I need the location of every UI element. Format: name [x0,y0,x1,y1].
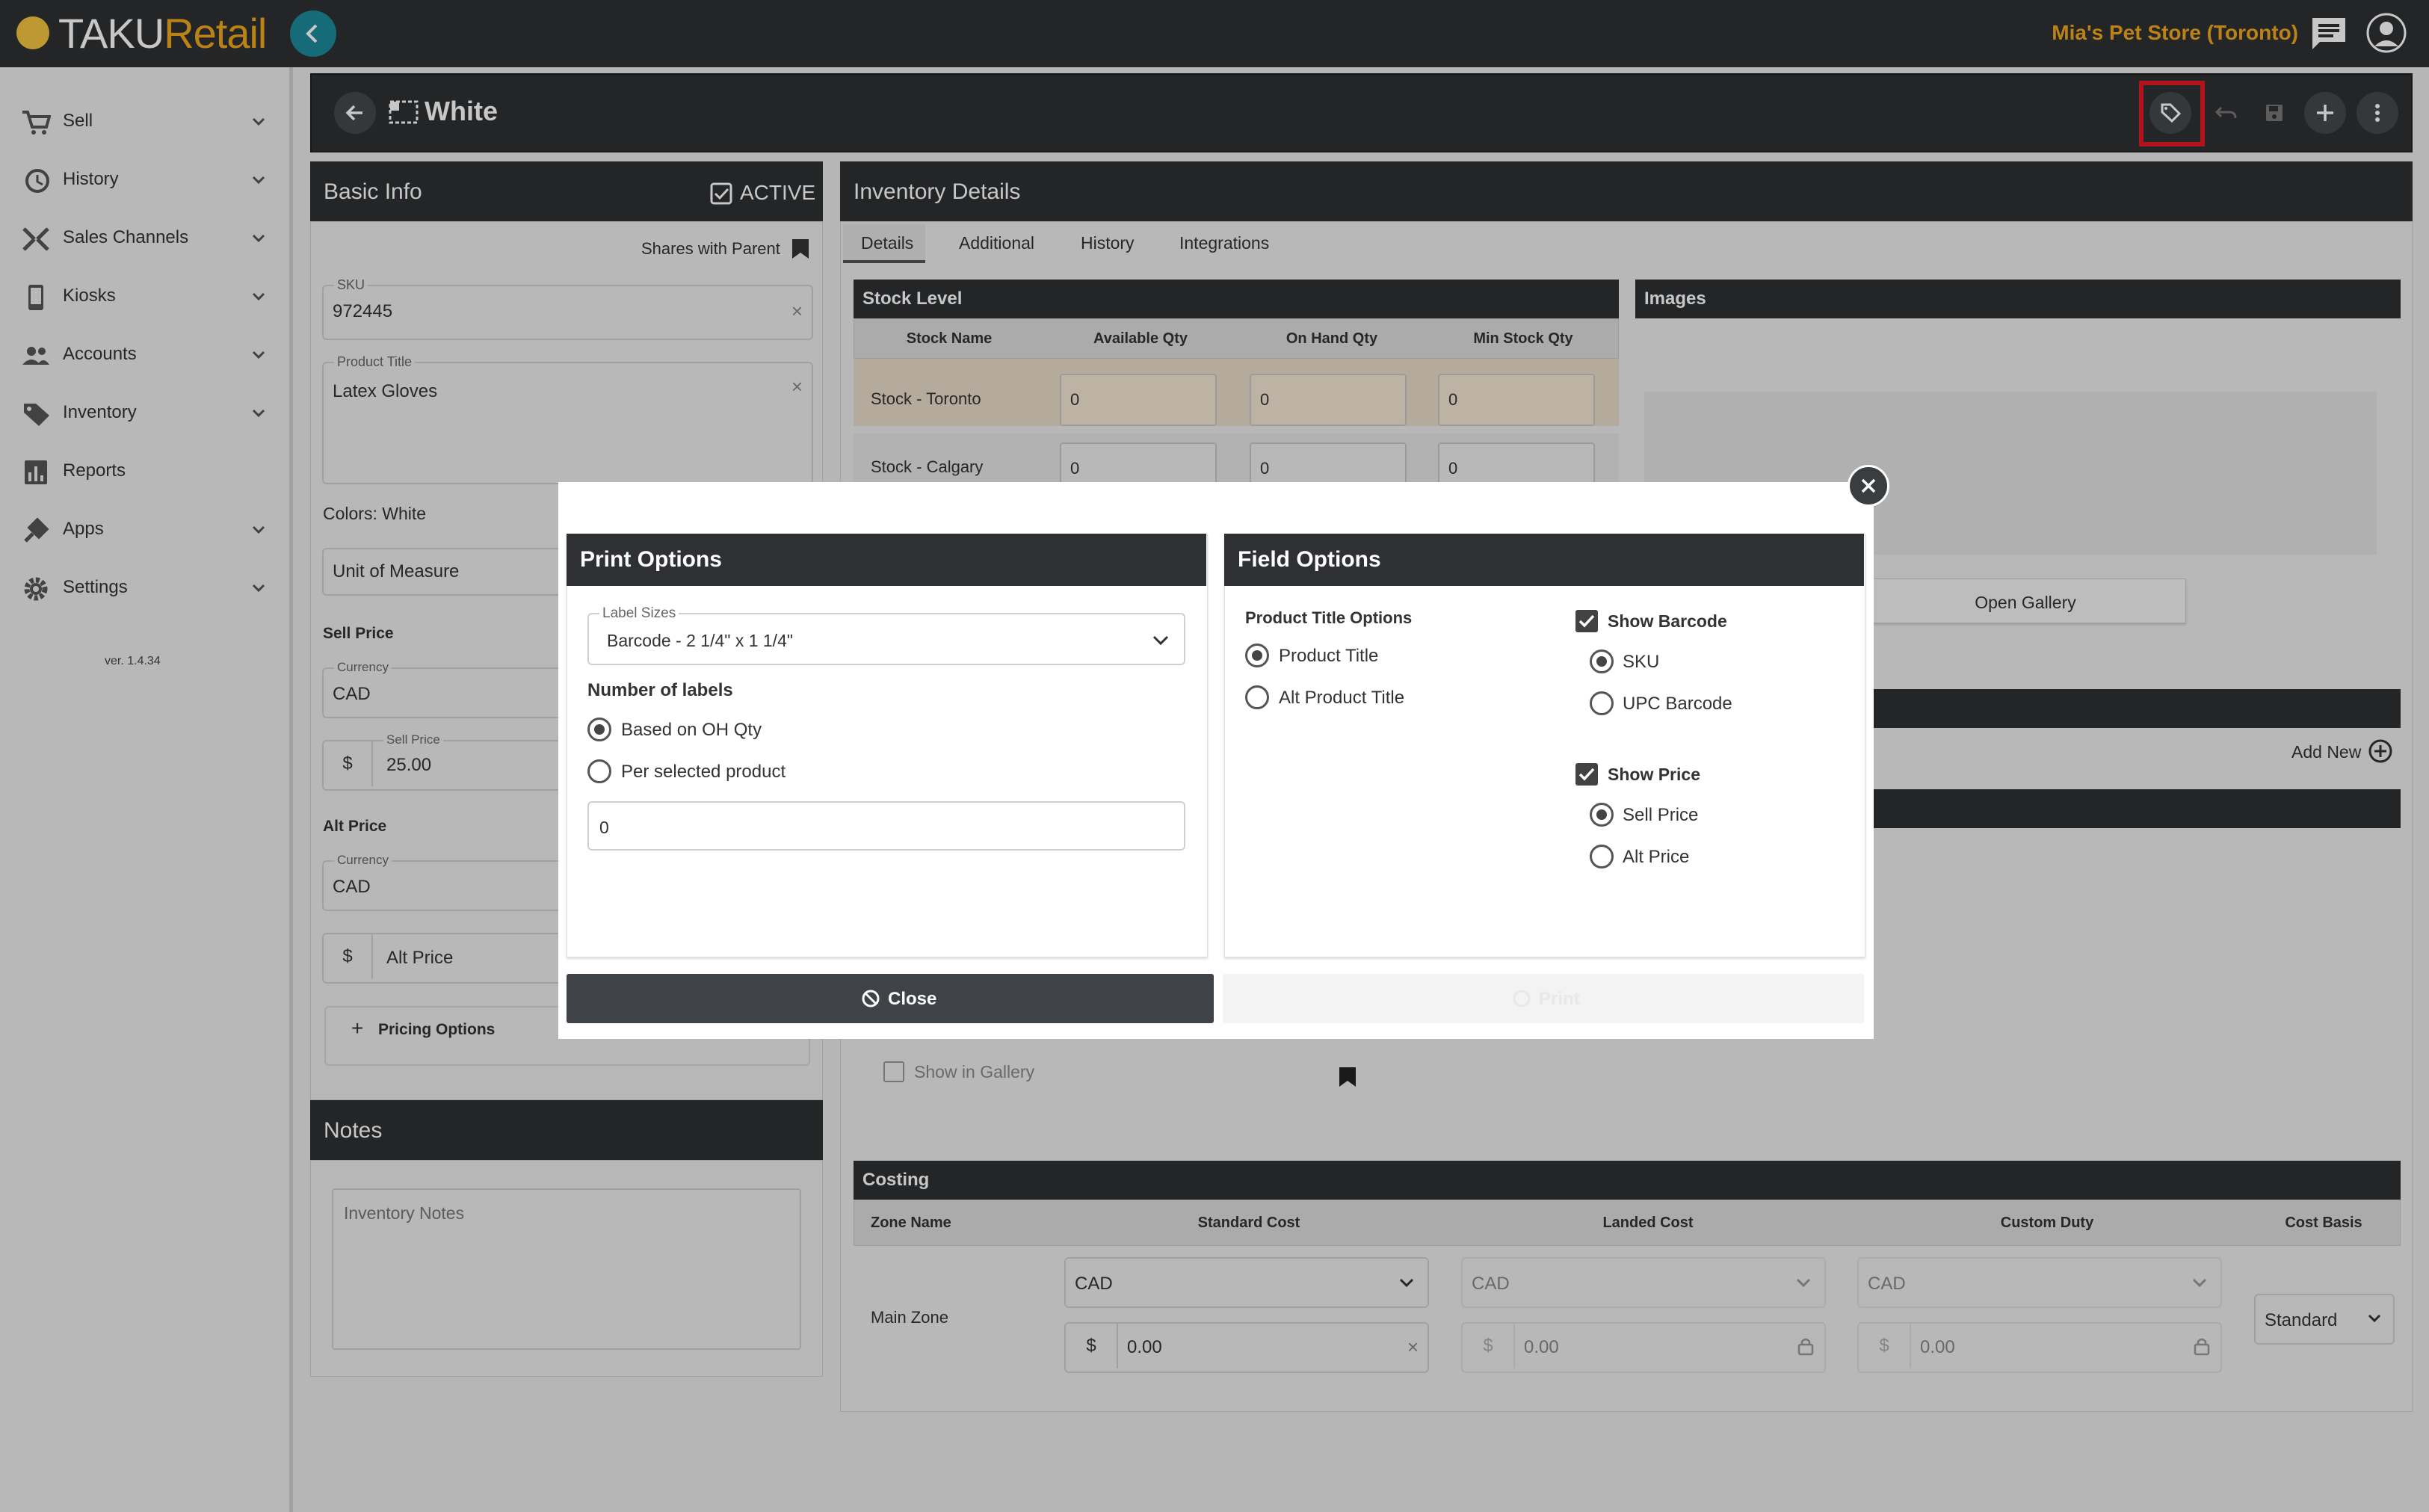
per-selected-product-radio[interactable] [587,759,611,783]
check-icon [1578,614,1595,628]
close-button[interactable]: Close [567,974,1214,1023]
dialog-close-button[interactable] [1848,465,1889,507]
chevron-down-icon [1152,635,1169,646]
cancel-icon [862,990,880,1008]
field-options-panel [1224,534,1865,957]
based-on-oh-qty-radio[interactable] [587,718,611,741]
show-barcode-checkbox[interactable] [1575,610,1598,632]
close-icon [1861,478,1876,493]
label-quantity-input[interactable]: 0 [587,801,1185,851]
check-icon [1578,768,1595,781]
number-of-labels-heading: Number of labels [587,680,733,700]
print-icon [1513,990,1531,1008]
product-title-radio[interactable] [1245,644,1269,667]
alt-price-radio[interactable] [1590,845,1614,868]
upc-barcode-radio[interactable] [1590,691,1614,715]
print-options-panel [567,534,1208,957]
print-button[interactable]: Print [1223,974,1864,1023]
label-sizes-select[interactable]: Label Sizes Barcode - 2 1/4" x 1 1/4" [587,605,1185,665]
print-options-header: Print Options [567,534,1206,586]
alt-product-title-radio[interactable] [1245,685,1269,709]
field-options-header: Field Options [1224,534,1864,586]
print-labels-dialog: Print Options Label Sizes Barcode - 2 1/… [558,482,1874,1039]
show-price-checkbox[interactable] [1575,763,1598,786]
sku-radio[interactable] [1590,649,1614,673]
product-title-options-heading: Product Title Options [1245,608,1413,627]
sell-price-radio[interactable] [1590,803,1614,827]
